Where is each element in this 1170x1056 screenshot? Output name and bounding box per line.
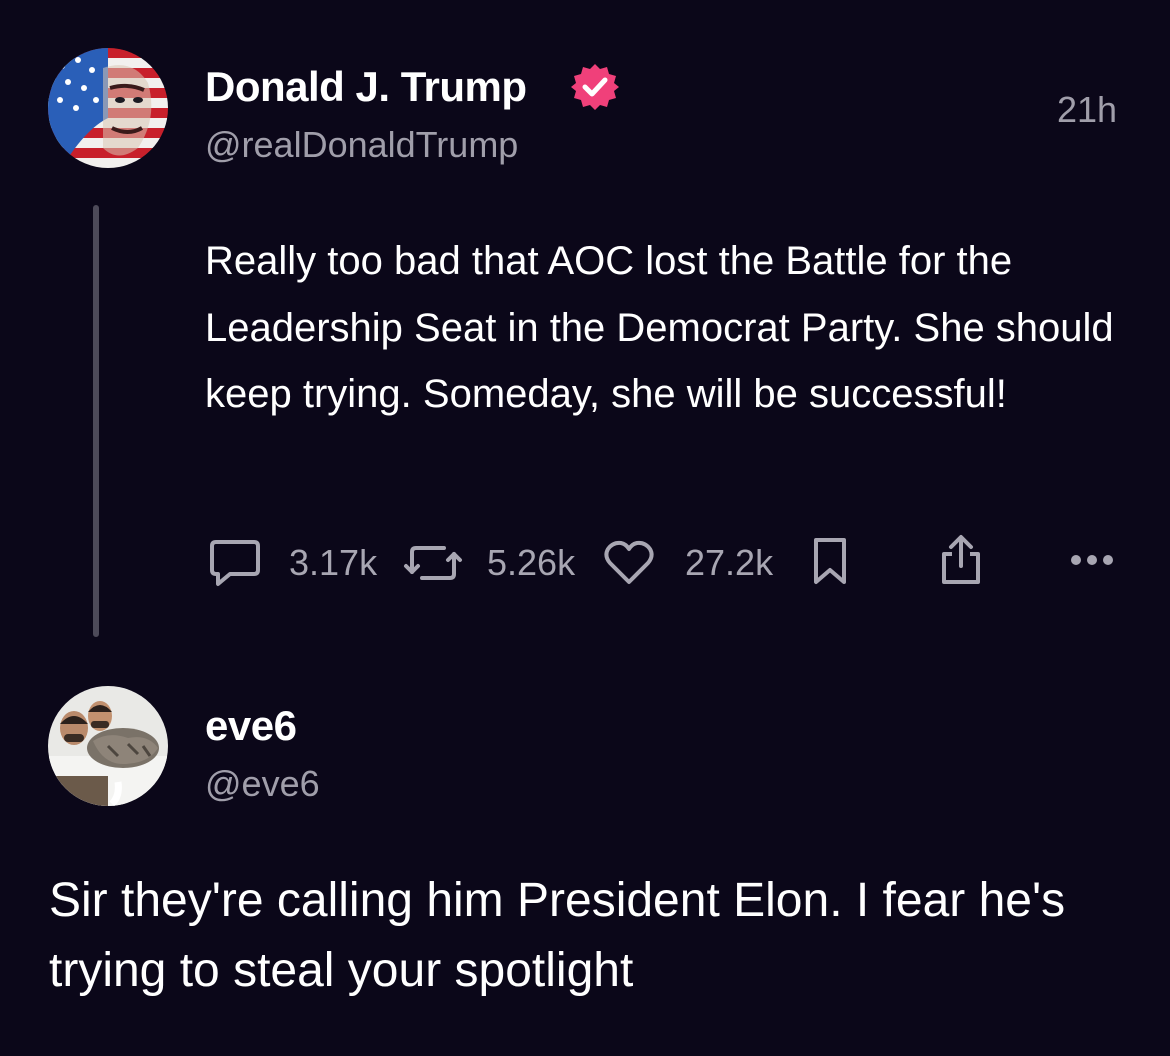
author-display-name[interactable]: eve6 <box>205 705 297 747</box>
post-timestamp[interactable]: 21h <box>1057 92 1117 128</box>
repost-arrows-icon[interactable] <box>402 538 464 588</box>
avatar-eve6[interactable] <box>48 686 168 806</box>
reply-count: 3.17k <box>289 542 378 583</box>
author-handle[interactable]: @realDonaldTrump <box>205 127 518 163</box>
bookmark-icon[interactable] <box>810 536 850 588</box>
more-dots-icon[interactable] <box>1068 552 1116 568</box>
post-text: Really too bad that AOC lost the Battle … <box>205 239 1114 416</box>
share-icon[interactable] <box>936 532 986 588</box>
speech-bubble-icon[interactable] <box>208 538 262 588</box>
verified-badge-icon <box>571 64 619 110</box>
like-count: 27.2k <box>685 542 774 583</box>
author-display-name[interactable]: Donald J. Trump <box>205 66 527 108</box>
flag-portrait-avatar-icon <box>48 48 168 168</box>
avatar-trump[interactable] <box>48 48 168 168</box>
repost-count: 5.26k <box>487 542 576 583</box>
two-men-with-cat-avatar-icon <box>48 686 168 806</box>
thread-line <box>93 205 99 637</box>
author-handle[interactable]: @eve6 <box>205 766 320 802</box>
heart-icon[interactable] <box>602 538 656 588</box>
post-text: Sir they're calling him President Elon. … <box>49 874 1066 997</box>
